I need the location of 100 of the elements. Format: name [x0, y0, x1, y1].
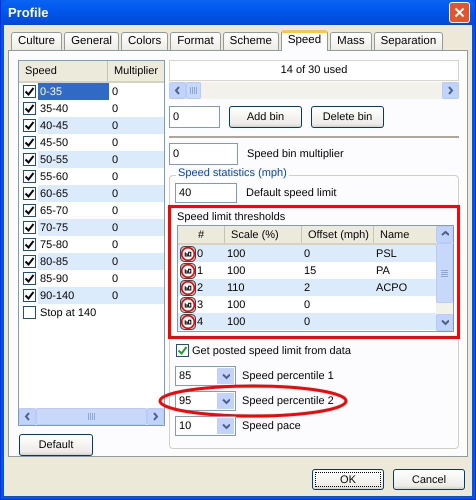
column-header[interactable]: Name — [374, 226, 436, 243]
checkbox[interactable] — [23, 306, 36, 319]
checkmark-icon — [24, 239, 35, 250]
chevron-left-icon — [173, 85, 182, 96]
tab[interactable]: Format — [170, 32, 221, 50]
table-cell-text: 0 — [111, 204, 120, 218]
chevron-down-icon — [440, 317, 449, 328]
dropdown[interactable]: 10 — [175, 416, 236, 436]
tab[interactable]: Culture — [11, 32, 62, 50]
column-header[interactable]: Multiplier — [108, 61, 158, 81]
table-cell: 3 — [197, 298, 204, 310]
scroll-button[interactable] — [436, 226, 453, 243]
checkbox[interactable] — [23, 289, 36, 302]
list-item[interactable]: 75-80 — [38, 236, 109, 253]
list-item[interactable]: 60-65 — [38, 185, 109, 202]
column-header[interactable]: Speed — [19, 61, 108, 81]
checkbox-label: Get posted speed limit from data — [192, 344, 351, 356]
dropdown[interactable]: 95 — [175, 391, 236, 411]
tab[interactable]: Separation — [374, 32, 444, 50]
list-item[interactable]: 50-55 — [38, 151, 109, 168]
speed-limit-sign-icon — [180, 246, 196, 262]
table-cell-text: 15 — [303, 264, 318, 276]
checkbox[interactable] — [23, 238, 36, 251]
list-item[interactable]: 35-40 — [38, 100, 109, 117]
tab[interactable]: General — [64, 32, 119, 50]
scroll-thumb[interactable] — [436, 243, 453, 303]
checkbox[interactable] — [23, 119, 36, 132]
delete-bin-button[interactable]: Delete bin — [311, 106, 384, 128]
list-item[interactable]: 0-35 — [38, 83, 109, 100]
add-bin-button[interactable]: Add bin — [229, 106, 302, 128]
scroll-button[interactable] — [169, 82, 186, 99]
cancel-button[interactable]: Cancel — [393, 469, 465, 490]
horizontal-scrollbar[interactable] — [19, 408, 164, 425]
checkbox[interactable] — [23, 153, 36, 166]
scroll-thumb[interactable] — [36, 408, 147, 425]
checkbox[interactable] — [23, 221, 36, 234]
checkmark-icon — [24, 137, 35, 148]
table-cell: 1 — [197, 264, 204, 276]
list-item[interactable]: 55-60 — [38, 168, 109, 185]
checkbox[interactable] — [23, 85, 36, 98]
tab[interactable]: Scheme — [222, 32, 279, 50]
default-button[interactable]: Default — [19, 434, 93, 456]
list-item[interactable]: 45-50 — [38, 134, 109, 151]
table-cell: 0 — [109, 287, 164, 304]
table-cell-text: 0 — [111, 84, 120, 100]
list-item[interactable]: 85-90 — [38, 270, 109, 287]
tab[interactable]: Mass — [330, 32, 372, 50]
ok-button[interactable]: OK — [312, 469, 384, 490]
table-cell-text: 0 — [303, 248, 312, 260]
checkbox[interactable] — [23, 187, 36, 200]
input-field[interactable]: 0 — [169, 143, 238, 165]
list-item[interactable]: 65-70 — [38, 202, 109, 219]
table-cell: 0 — [109, 151, 164, 168]
input-field[interactable]: 0 — [169, 106, 220, 128]
scroll-button[interactable] — [442, 82, 459, 99]
column-header[interactable]: Scale (%) — [225, 226, 302, 243]
list-item[interactable]: Stop at 140 — [38, 304, 109, 321]
tab[interactable]: Colors — [121, 32, 168, 50]
table-cell-text: 100 — [226, 298, 246, 310]
table-cell-text: 100 — [226, 248, 246, 260]
scroll-thumb[interactable] — [186, 82, 201, 99]
table-cell-text: 2 — [303, 282, 312, 294]
scroll-button[interactable] — [19, 408, 36, 425]
checkbox[interactable] — [23, 272, 36, 285]
table-row[interactable]: 1 100 15 PA — [178, 262, 436, 279]
close-button[interactable] — [449, 2, 470, 23]
checkbox[interactable] — [23, 255, 36, 268]
table-row[interactable]: 4 100 0 — [178, 313, 436, 330]
table-row[interactable]: 0 100 0 PSL — [178, 245, 436, 262]
table-row[interactable]: 2 110 2 ACPO — [178, 279, 436, 296]
table-cell: ACPO — [376, 282, 408, 294]
input-field[interactable]: 40 — [175, 183, 237, 203]
checkmark-icon — [24, 205, 35, 216]
checkbox[interactable] — [23, 170, 36, 183]
column-header[interactable]: Offset (mph) — [302, 226, 374, 243]
column-header[interactable]: # — [178, 226, 225, 243]
list-item[interactable]: 80-85 — [38, 253, 109, 270]
checkbox[interactable] — [23, 204, 36, 217]
table-row[interactable]: 3 100 0 — [178, 296, 436, 313]
speed-limit-sign-icon — [180, 314, 196, 330]
checkmark-icon — [24, 222, 35, 233]
tab[interactable]: Speed — [280, 30, 328, 51]
checkbox[interactable] — [176, 344, 189, 357]
field-label: Default speed limit — [246, 187, 336, 199]
dropdown[interactable]: 85 — [175, 366, 236, 386]
checkbox[interactable] — [23, 136, 36, 149]
vertical-scrollbar[interactable] — [436, 226, 453, 331]
list-item[interactable]: 90-140 — [38, 287, 109, 304]
table-cell-text: 0 — [111, 102, 120, 116]
horizontal-scrollbar[interactable] — [169, 82, 459, 99]
checkbox[interactable] — [23, 102, 36, 115]
close-icon — [454, 7, 465, 18]
usage-label: 14 of 30 used — [169, 60, 459, 81]
list-item[interactable]: 70-75 — [38, 219, 109, 236]
list-item[interactable]: 40-45 — [38, 117, 109, 134]
scroll-button[interactable] — [436, 314, 453, 331]
table-cell: 0 — [109, 219, 164, 236]
table-cell: 4 — [197, 316, 204, 328]
table-cell-text: 100 — [226, 264, 246, 276]
scroll-button[interactable] — [147, 408, 164, 425]
